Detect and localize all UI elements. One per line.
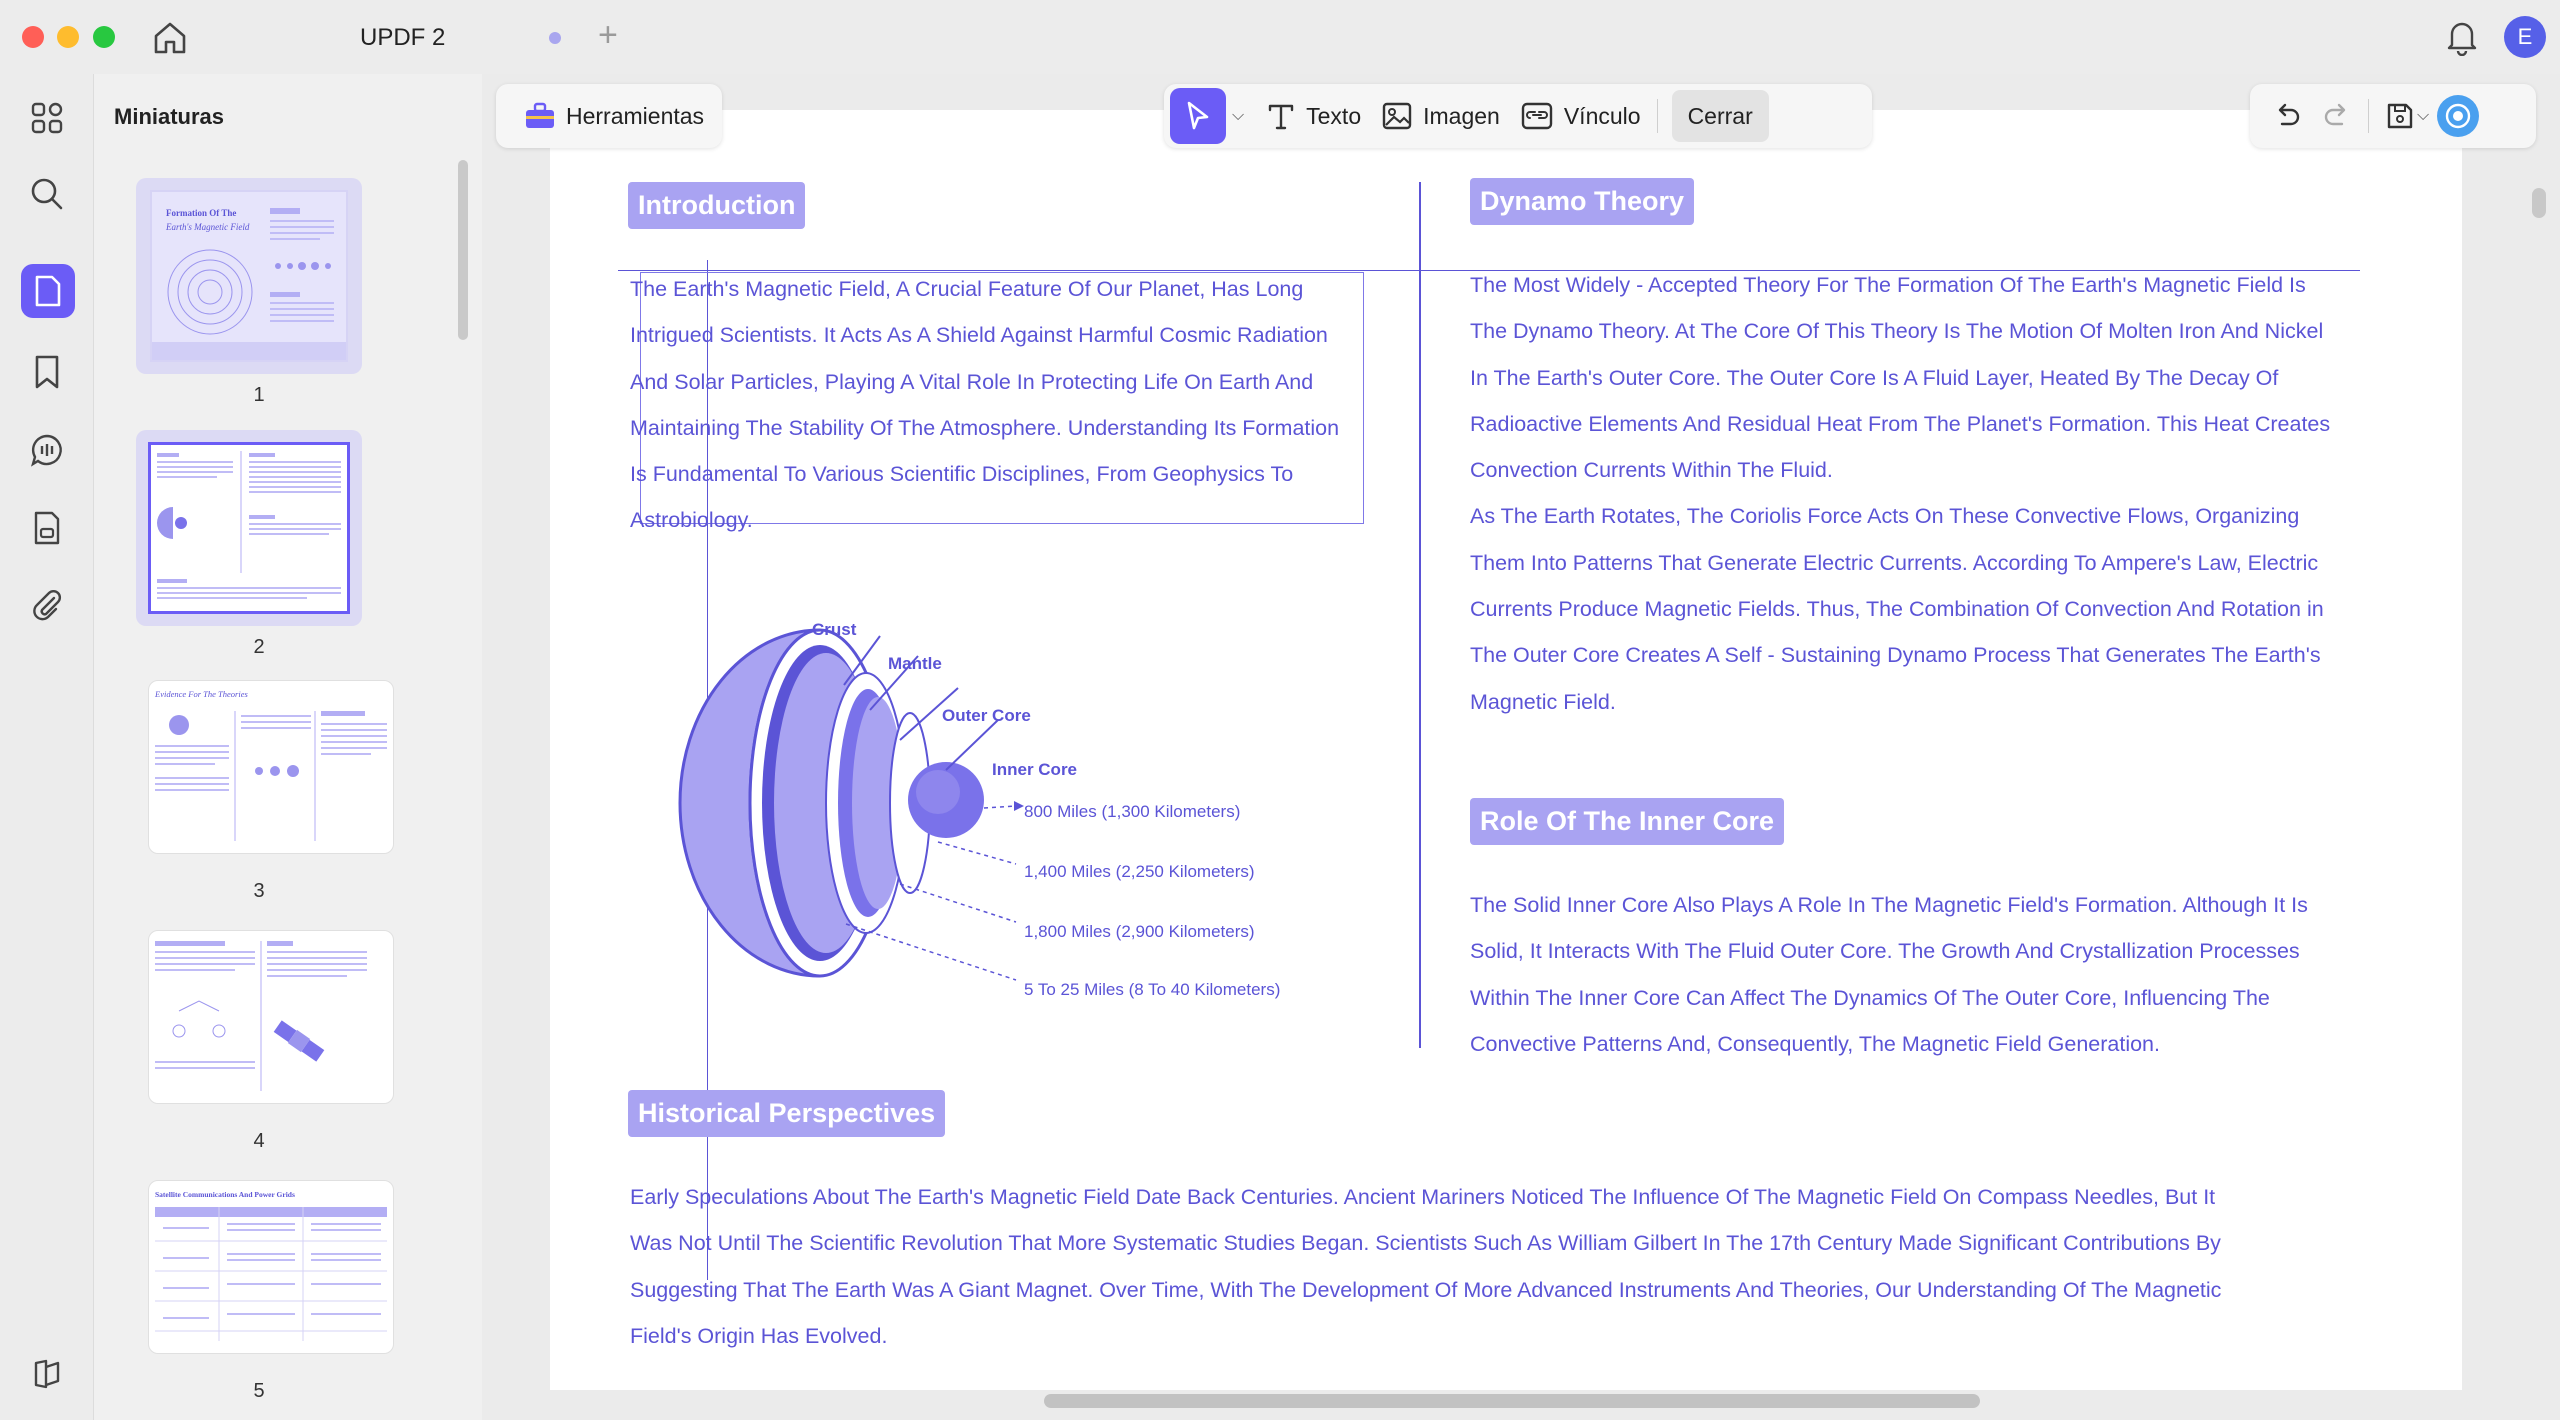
layers-icon[interactable]: [27, 1354, 67, 1394]
link-icon: [1521, 102, 1553, 130]
tools-toolbar: Herramientas: [496, 84, 722, 148]
home-icon[interactable]: [150, 18, 190, 58]
introduction-paragraph[interactable]: The Earth's Magnetic Field, A Crucial Fe…: [630, 266, 1390, 544]
select-tool-button[interactable]: [1170, 88, 1226, 144]
historical-perspectives-paragraph[interactable]: Early Speculations About The Earth's Mag…: [630, 1174, 2430, 1359]
inner-core-heading: Role Of The Inner Core: [1470, 798, 1785, 845]
undo-button[interactable]: [2262, 90, 2312, 142]
panel-title: Miniaturas: [114, 104, 225, 129]
distance-label-2: 1,400 Miles (2,250 Kilometers): [1024, 862, 1255, 881]
inner-core-paragraph[interactable]: The Solid Inner Core Also Plays A Role I…: [1470, 882, 2430, 1067]
tools-label: Herramientas: [566, 102, 705, 129]
pdf-page: Introduction The Earth's Magnetic Field,…: [550, 110, 2462, 1390]
image-tool-button[interactable]: Imagen: [1371, 90, 1510, 142]
redo-icon: [2324, 103, 2346, 126]
toolbox-icon: [526, 102, 554, 128]
thumb5-heading: Satellite Communications And Power Grids: [155, 1190, 295, 1199]
mantle-label: Mantle: [888, 654, 942, 673]
document-tab-title[interactable]: UPDF 2: [360, 24, 445, 52]
column-divider: [1419, 182, 1421, 1048]
unsaved-dot-icon: [549, 32, 561, 44]
thumbnail-number: 4: [253, 1130, 265, 1152]
horizontal-scrollbar[interactable]: [1044, 1394, 1980, 1408]
toolbar-separator: [2368, 99, 2369, 133]
thumb1-heading: Formation Of The: [166, 208, 236, 218]
cursor-arrow-icon: [1187, 101, 1209, 130]
zoom-window-button[interactable]: [93, 26, 115, 48]
thumbnail-number: 1: [253, 384, 265, 406]
link-tool-label: Vínculo: [1563, 102, 1641, 129]
link-tool-button[interactable]: Vínculo: [1510, 90, 1651, 142]
thumbnails-page-icon[interactable]: [21, 264, 75, 318]
thumb3-heading: Evidence For The Theories: [154, 689, 248, 699]
thumb1-subheading: Earth's Magnetic Field: [165, 222, 250, 232]
crust-label: Crust: [812, 620, 857, 639]
left-tool-sidebar: [0, 74, 94, 1420]
historical-perspectives-heading: Historical Perspectives: [628, 1090, 946, 1137]
text-icon: [1268, 104, 1294, 130]
dynamo-theory-paragraph[interactable]: The Most Widely - Accepted Theory For Th…: [1470, 262, 2430, 725]
distance-label-3: 1,800 Miles (2,900 Kilometers): [1024, 922, 1255, 941]
image-icon: [1382, 102, 1412, 130]
chevron-down-icon[interactable]: ⌵: [1232, 107, 1244, 125]
outer-core-label: Outer Core: [942, 706, 1031, 725]
thumbnails-panel: Miniaturas Formation Of The Earth's Magn…: [94, 74, 482, 1420]
form-fields-icon[interactable]: [27, 508, 67, 548]
inner-core-label: Inner Core: [992, 760, 1078, 779]
text-tool-label: Texto: [1306, 102, 1362, 129]
vertical-scrollbar[interactable]: [2532, 188, 2546, 218]
text-tool-button[interactable]: Texto: [1256, 90, 1371, 142]
save-button[interactable]: [2375, 90, 2417, 142]
edit-toolbar: ⌵ Texto Imagen Vínculo Cerrar: [1164, 84, 1872, 148]
image-tool-label: Imagen: [1423, 102, 1500, 129]
toolbar-separator: [1656, 99, 1658, 133]
thumbnail-number: 5: [253, 1380, 265, 1402]
minimize-window-button[interactable]: [57, 26, 79, 48]
title-bar: UPDF 2 + E: [0, 0, 2560, 74]
new-tab-button[interactable]: +: [598, 16, 618, 55]
thumbnail-number: 2: [253, 636, 265, 658]
ai-assistant-icon[interactable]: [2437, 95, 2480, 137]
comment-icon[interactable]: [27, 430, 67, 470]
thumbnails-scrollbar[interactable]: [458, 160, 468, 340]
bookmark-icon[interactable]: [27, 352, 67, 392]
thumbnail-page-4[interactable]: [148, 930, 394, 1104]
notification-bell-icon[interactable]: [2444, 18, 2480, 57]
save-icon: [2387, 103, 2413, 129]
distance-label-1: 800 Miles (1,300 Kilometers): [1024, 802, 1241, 821]
thumbnail-page-3[interactable]: Evidence For The Theories: [148, 680, 394, 854]
search-icon[interactable]: [27, 174, 67, 214]
distance-label-4: 5 To 25 Miles (8 To 40 Kilometers): [1024, 980, 1281, 999]
redo-button[interactable]: [2312, 90, 2362, 142]
undo-icon: [2278, 103, 2300, 126]
document-viewer: Introduction The Earth's Magnetic Field,…: [482, 74, 2560, 1420]
attachment-icon[interactable]: [27, 586, 67, 626]
thumbnail-page-1[interactable]: Formation Of The Earth's Magnetic Field: [136, 178, 362, 374]
close-edit-button[interactable]: Cerrar: [1671, 90, 1769, 142]
close-window-button[interactable]: [22, 26, 44, 48]
tools-button[interactable]: Herramientas: [514, 90, 714, 142]
apps-grid-icon[interactable]: [27, 98, 67, 138]
thumbnail-page-5[interactable]: Satellite Communications And Power Grids: [148, 1180, 394, 1354]
introduction-heading: Introduction: [628, 182, 806, 229]
dynamo-theory-heading: Dynamo Theory: [1470, 178, 1695, 225]
user-avatar[interactable]: E: [2504, 16, 2546, 58]
history-toolbar: ⌵: [2250, 84, 2536, 148]
thumbnail-page-2[interactable]: [136, 430, 362, 626]
thumbnail-number: 3: [253, 880, 265, 902]
save-options-chevron-icon[interactable]: ⌵: [2417, 107, 2429, 125]
